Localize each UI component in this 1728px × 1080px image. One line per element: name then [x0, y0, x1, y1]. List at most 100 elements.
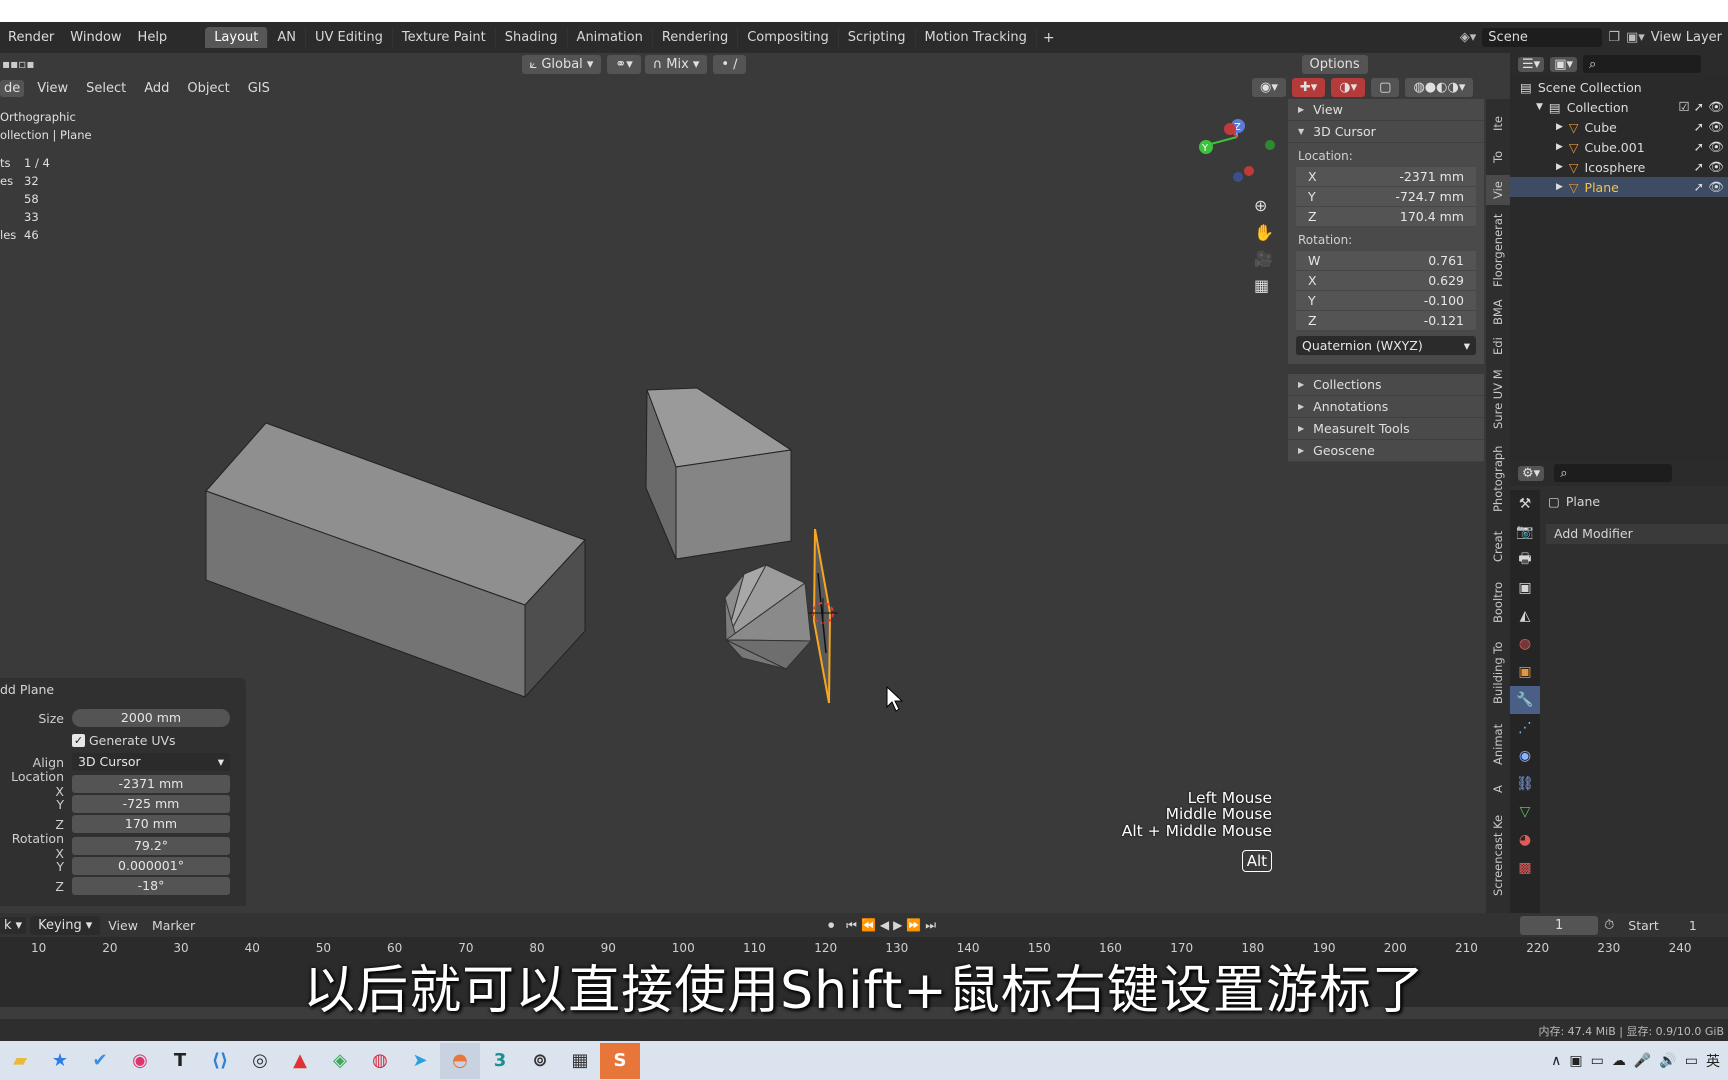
rotation-z-field[interactable]: -18°	[72, 877, 230, 895]
tab-animation[interactable]: Animat	[1486, 715, 1510, 773]
pan-hand-icon[interactable]: ✋	[1254, 223, 1274, 242]
cursor-rotation-x[interactable]: X 0.629	[1296, 271, 1476, 291]
render-tab-icon[interactable]: 📷	[1510, 518, 1540, 546]
material-tab-icon[interactable]: ◕	[1510, 826, 1540, 854]
mode-dropdown[interactable]: de	[0, 79, 25, 97]
rotation-x-field[interactable]: 79.2°	[72, 837, 230, 855]
menu-view[interactable]: View	[28, 81, 77, 96]
cursor-rotation-z[interactable]: Z -0.121	[1296, 311, 1476, 331]
location-y-field[interactable]: -725 mm	[72, 795, 230, 813]
gizmo-toggle-icon[interactable]: ✚▾	[1291, 78, 1326, 97]
netease-music-icon[interactable]: ◍	[360, 1043, 400, 1079]
visibility-icon[interactable]: ◉▾	[1252, 78, 1286, 97]
input-method-indicator[interactable]: 英	[1706, 1051, 1720, 1071]
menu-render[interactable]: Render	[0, 30, 62, 45]
tab-motion-tracking[interactable]: Motion Tracking	[915, 27, 1037, 48]
location-z-field[interactable]: 170 mm	[72, 815, 230, 833]
panel-geoscene-header[interactable]: ▶ Geoscene	[1288, 440, 1484, 462]
cursor-rotation-w[interactable]: W 0.761	[1296, 251, 1476, 271]
panel-annotations-header[interactable]: ▶ Annotations	[1288, 396, 1484, 418]
camera-icon[interactable]: 🎥	[1254, 250, 1274, 268]
timeline-menu-view[interactable]: View	[108, 918, 138, 933]
align-dropdown[interactable]: 3D Cursor ▾	[72, 753, 230, 771]
scene-name-field[interactable]: Scene	[1482, 28, 1603, 47]
transform-orientation-dropdown[interactable]: ⟀ Global ▾	[521, 54, 602, 74]
playback-dropdown[interactable]: k ▾	[0, 916, 27, 934]
cursor-location-z[interactable]: Z 170.4 mm	[1296, 207, 1476, 227]
cursor-location-y[interactable]: Y -724.7 mm	[1296, 187, 1476, 207]
tab-screencast-keys[interactable]: Screencast Ke	[1486, 805, 1510, 905]
menu-help[interactable]: Help	[130, 30, 176, 45]
tab-sure-uv[interactable]: Sure UV M	[1486, 364, 1510, 434]
properties-search-input[interactable]: ⌕	[1554, 464, 1673, 482]
tab-shading[interactable]: Shading	[495, 27, 568, 48]
tray-up-arrow-icon[interactable]: ∧	[1551, 1053, 1561, 1069]
filter-icon[interactable]: ▣▾	[1550, 56, 1577, 72]
tool-tab-icon[interactable]: ⚒	[1510, 490, 1540, 518]
timeline-menu-marker[interactable]: Marker	[152, 918, 195, 933]
tab-photograph[interactable]: Photograph	[1486, 439, 1510, 519]
panel-collections-header[interactable]: ▶ Collections	[1288, 374, 1484, 396]
record-icon[interactable]: ⏺	[828, 918, 834, 933]
add-modifier-button[interactable]: Add Modifier	[1546, 524, 1728, 544]
shading-mode-icons[interactable]: ◍●◐◑▾	[1405, 78, 1474, 97]
outliner-item-cube[interactable]: ▶ ▽ Cube ➚ 👁	[1510, 117, 1728, 137]
app-v-icon[interactable]: ✔	[80, 1043, 120, 1079]
file-explorer-icon[interactable]: ▰	[0, 1043, 40, 1079]
panel-measureit-header[interactable]: ▶ MeasureIt Tools	[1288, 418, 1484, 440]
outliner-collection[interactable]: ▼ ▤ Collection ☑ ➚ 👁	[1510, 97, 1728, 117]
rotation-mode-dropdown[interactable]: Quaternion (WXYZ) ▾	[1296, 336, 1476, 356]
modifier-tab-icon[interactable]: 🔧	[1510, 686, 1540, 714]
start-frame-field[interactable]: 1	[1689, 918, 1697, 933]
menu-gis[interactable]: GIS	[239, 81, 279, 96]
display-mode-icon[interactable]: ☰▾	[1518, 56, 1545, 72]
tab-item[interactable]: Ite	[1486, 109, 1510, 139]
panel-3d-cursor-header[interactable]: ▼ 3D Cursor	[1288, 121, 1484, 143]
texture-tab-icon[interactable]: ▩	[1510, 854, 1540, 882]
tab-tool[interactable]: To	[1486, 144, 1510, 170]
editor-type-icon[interactable]: ⚙▾	[1518, 465, 1545, 481]
overlay-toggle-icon[interactable]: ◑▾	[1331, 78, 1366, 97]
panel-view-header[interactable]: ▶ View	[1288, 99, 1484, 121]
vscode-icon[interactable]: ⟨⟩	[200, 1043, 240, 1079]
tab-building-tools[interactable]: Building To	[1486, 635, 1510, 711]
pivot-dropdown[interactable]: ⚭▾	[607, 54, 641, 74]
new-scene-icon[interactable]: ❐	[1608, 30, 1620, 45]
size-field[interactable]: 2000 mm	[72, 709, 230, 727]
tab-scripting[interactable]: Scripting	[838, 27, 916, 48]
generate-uvs-checkbox[interactable]: ✓	[72, 733, 85, 747]
tray-cloud-icon[interactable]: ☁	[1612, 1053, 1626, 1069]
output-tab-icon[interactable]: 🖶	[1510, 546, 1540, 574]
app-typora-icon[interactable]: T	[160, 1043, 200, 1079]
3dsmax-icon[interactable]: 3	[480, 1043, 520, 1079]
proportional-edit-button[interactable]: • ∕	[713, 54, 746, 74]
current-frame-field[interactable]: 1	[1520, 915, 1599, 935]
tab-uv-editing[interactable]: UV Editing	[306, 27, 393, 48]
blender-icon[interactable]: ◓	[440, 1042, 480, 1079]
physics-tab-icon[interactable]: ◉	[1510, 742, 1540, 770]
tab-a[interactable]: A	[1486, 777, 1510, 801]
navigation-gizmo[interactable]: Z Y	[1199, 119, 1275, 182]
constraints-tab-icon[interactable]: ⛓	[1510, 770, 1540, 798]
grid-icon[interactable]: ▦	[1254, 276, 1274, 295]
visibility-toggles[interactable]: ☑ ➚ 👁	[1679, 99, 1725, 115]
app-green-icon[interactable]: ◈	[320, 1043, 360, 1079]
tab-booltron[interactable]: Booltro	[1486, 573, 1510, 631]
tray-display-icon[interactable]: ▭	[1591, 1053, 1604, 1069]
app-star-icon[interactable]: ★	[40, 1043, 80, 1079]
scene-icon[interactable]: ◈▾	[1460, 30, 1477, 45]
tab-an[interactable]: AN	[268, 27, 307, 48]
view-layer-name[interactable]: View Layer	[1651, 30, 1722, 45]
app-search-icon[interactable]: ⊚	[520, 1043, 560, 1079]
outliner-scene-collection[interactable]: ▤ Scene Collection	[1510, 77, 1728, 97]
telegram-icon[interactable]: ➤	[400, 1043, 440, 1079]
tab-animation[interactable]: Animation	[567, 27, 653, 48]
menu-window[interactable]: Window	[62, 30, 129, 45]
tab-layout[interactable]: Layout	[205, 27, 269, 48]
rotation-y-field[interactable]: 0.000001°	[72, 857, 230, 875]
location-x-field[interactable]: -2371 mm	[72, 775, 230, 793]
tray-mic-icon[interactable]: 🎤	[1634, 1053, 1651, 1069]
obs-icon[interactable]: ◎	[240, 1043, 280, 1079]
outliner-item-cube001[interactable]: ▶ ▽ Cube.001 ➚ 👁	[1510, 137, 1728, 157]
scene-tab-icon[interactable]: ◭	[1510, 602, 1540, 630]
